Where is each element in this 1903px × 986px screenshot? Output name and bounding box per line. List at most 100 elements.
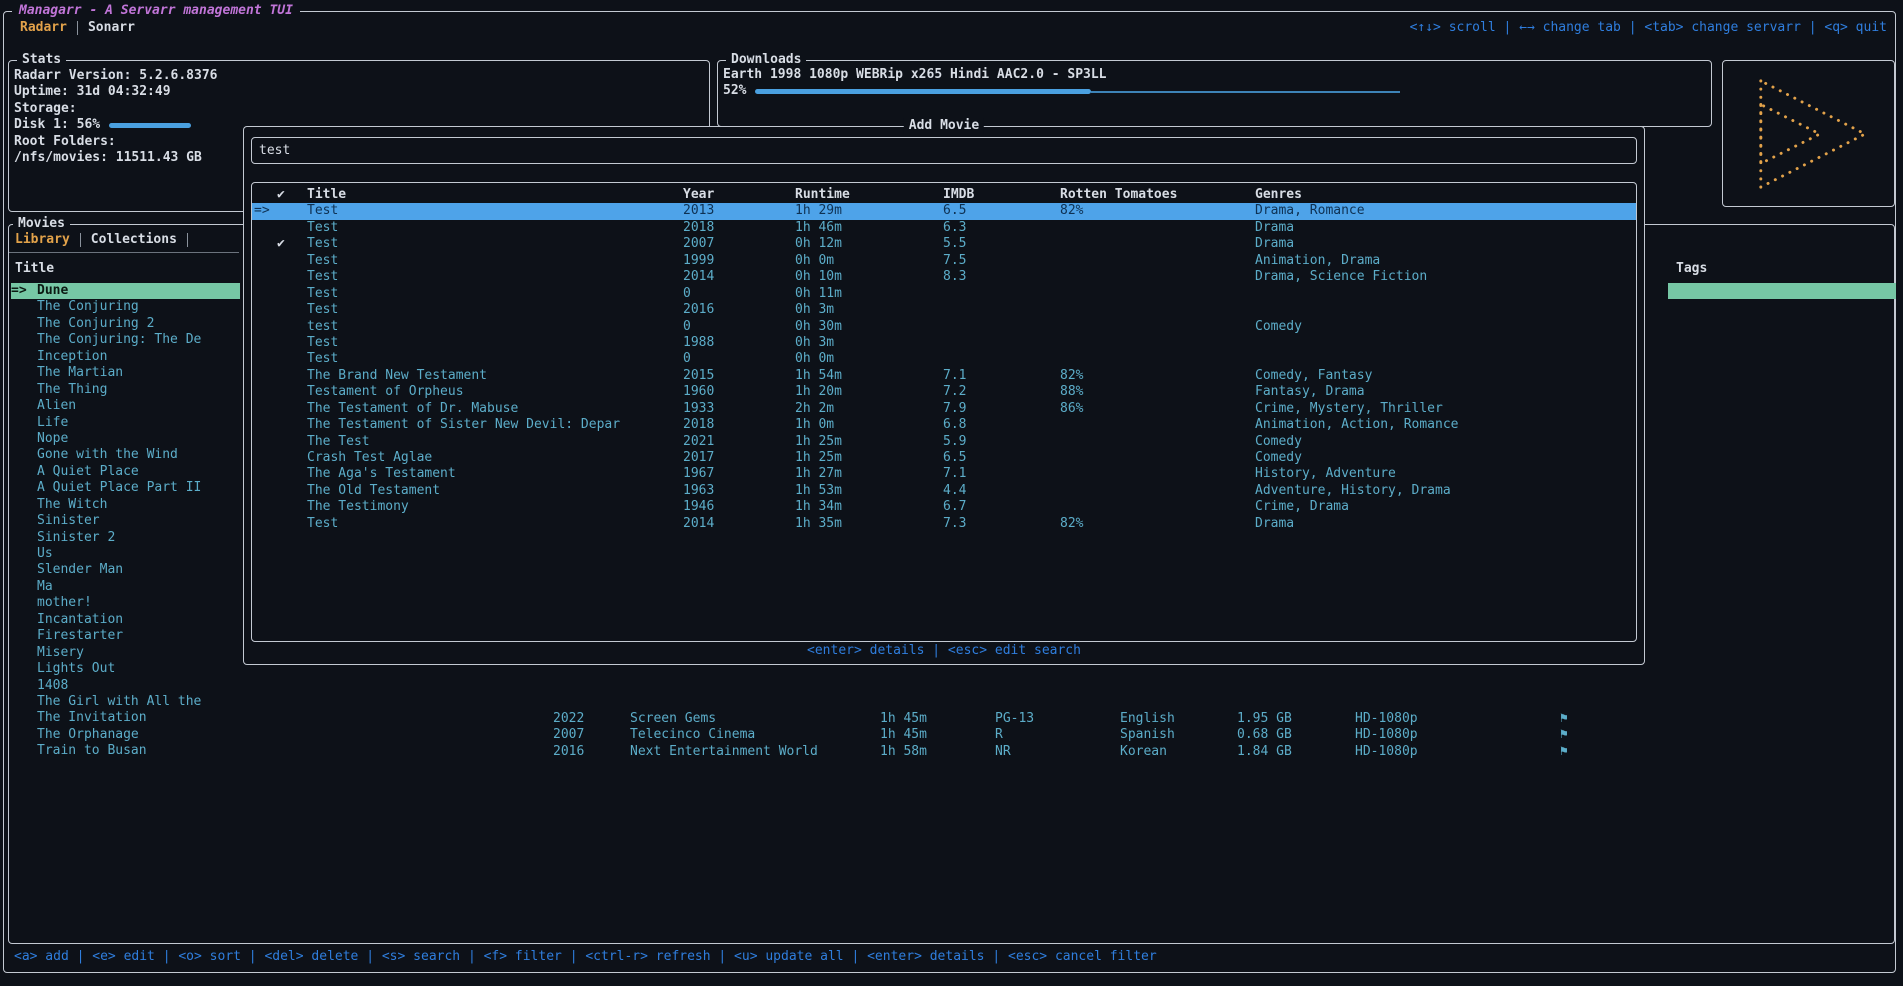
movie-list-item[interactable]: Ma <box>11 579 240 595</box>
movie-list-item[interactable]: Gone with the Wind <box>11 447 240 463</box>
cell-genres: Crime, Mystery, Thriller <box>1255 401 1636 417</box>
result-row[interactable]: Test 2016 0h 3m <box>252 302 1636 318</box>
cell-year: 1960 <box>683 384 795 400</box>
result-row[interactable]: The Testament of Dr. Mabuse 1933 2h 2m 7… <box>252 401 1636 417</box>
movie-list-item[interactable]: A Quiet Place Part II <box>11 480 240 496</box>
result-row[interactable]: Testament of Orpheus 1960 1h 20m 7.2 88%… <box>252 384 1636 400</box>
result-row[interactable]: test 0 0h 30m Comedy <box>252 319 1636 335</box>
tab-collections[interactable]: Collections <box>91 232 177 248</box>
movie-list-item[interactable]: Nope <box>11 431 240 447</box>
cell-rotten-tomatoes: 82% <box>1060 516 1255 532</box>
cell-imdb: 5.5 <box>943 236 1060 252</box>
movie-list-item[interactable]: A Quiet Place <box>11 464 240 480</box>
result-row[interactable]: Test 0 0h 0m <box>252 351 1636 367</box>
result-row[interactable]: Test 1988 0h 3m <box>252 335 1636 351</box>
tab-sonarr[interactable]: Sonarr <box>88 20 135 36</box>
cell-language: English <box>1120 711 1237 727</box>
cell-runtime: 2h 2m <box>795 401 943 417</box>
tab-underline <box>9 252 239 253</box>
library-row[interactable]: 2016 Next Entertainment World 1h 58m NR … <box>553 744 1590 760</box>
tab-radarr[interactable]: Radarr <box>20 20 67 36</box>
movie-title: A Quiet Place Part II <box>37 480 201 496</box>
movie-list-item[interactable]: Alien <box>11 398 240 414</box>
movie-list-item[interactable]: 1408 <box>11 678 240 694</box>
result-row[interactable]: The Test 2021 1h 25m 5.9 Comedy <box>252 434 1636 450</box>
logo-panel <box>1722 60 1895 207</box>
cell-title: Test <box>307 269 683 285</box>
radarr-version: Radarr Version: 5.2.6.8376 <box>14 68 709 84</box>
movie-list-item[interactable]: The Martian <box>11 365 240 381</box>
cell-year: 1933 <box>683 401 795 417</box>
movie-list-item[interactable]: The Conjuring 2 <box>11 316 240 332</box>
movie-list-item[interactable]: Sinister <box>11 513 240 529</box>
cell-year: 0 <box>683 351 795 367</box>
movie-list-item[interactable]: mother! <box>11 595 240 611</box>
result-row[interactable]: The Brand New Testament 2015 1h 54m 7.1 … <box>252 368 1636 384</box>
movie-list-item[interactable]: The Witch <box>11 497 240 513</box>
movie-title: The Orphanage <box>37 727 139 743</box>
add-movie-search-input[interactable] <box>251 137 1637 164</box>
movie-list-item[interactable]: The Orphanage <box>11 727 240 743</box>
movie-list-item[interactable]: Slender Man <box>11 562 240 578</box>
cell-certification: PG-13 <box>995 711 1120 727</box>
movie-title: mother! <box>37 595 92 611</box>
movie-list-item[interactable]: Lights Out <box>11 661 240 677</box>
movie-list-item[interactable]: The Conjuring: The De <box>11 332 240 348</box>
result-row[interactable]: Test 0 0h 11m <box>252 286 1636 302</box>
movie-title: The Invitation <box>37 710 147 726</box>
library-row[interactable]: 2007 Telecinco Cinema 1h 45m R Spanish 0… <box>553 727 1590 743</box>
cell-genres: Drama <box>1255 516 1636 532</box>
tab-divider <box>80 233 81 247</box>
movie-title: The Martian <box>37 365 123 381</box>
result-row[interactable]: Test 2018 1h 46m 6.3 Drama <box>252 220 1636 236</box>
cell-title: The Test <box>307 434 683 450</box>
result-row[interactable]: The Testament of Sister New Devil: Depar… <box>252 417 1636 433</box>
movie-list-item[interactable]: Life <box>11 415 240 431</box>
result-row[interactable]: ✔ Test 2007 0h 12m 5.5 Drama <box>252 236 1636 252</box>
tab-library[interactable]: Library <box>15 232 70 248</box>
movie-list-item[interactable]: The Invitation <box>11 710 240 726</box>
result-row[interactable]: Test 2014 0h 10m 8.3 Drama, Science Fict… <box>252 269 1636 285</box>
movie-list-item[interactable]: Misery <box>11 645 240 661</box>
cell-runtime: 1h 0m <box>795 417 943 433</box>
results-header-row: ✔ Title Year Runtime IMDB Rotten Tomatoe… <box>252 187 1636 203</box>
cell-imdb: 7.1 <box>943 368 1060 384</box>
movie-title: Sinister <box>37 513 100 529</box>
cell-imdb: 6.8 <box>943 417 1060 433</box>
result-row[interactable]: => Test 2013 1h 29m 6.5 82% Drama, Roman… <box>252 203 1636 219</box>
tab-divider <box>187 233 188 247</box>
result-row[interactable]: Test 1999 0h 0m 7.5 Animation, Drama <box>252 253 1636 269</box>
movie-list-item[interactable]: Incantation <box>11 612 240 628</box>
library-row[interactable]: 2022 Screen Gems 1h 45m PG-13 English 1.… <box>553 711 1590 727</box>
movie-list-item[interactable]: The Conjuring <box>11 299 240 315</box>
cell-title: Test <box>307 236 683 252</box>
movie-list-item[interactable]: The Girl with All the <box>11 694 240 710</box>
cell-title: The Testament of Sister New Devil: Depar <box>307 417 683 433</box>
add-movie-title: Add Movie <box>904 118 984 134</box>
result-row[interactable]: The Testimony 1946 1h 34m 6.7 Crime, Dra… <box>252 499 1636 515</box>
movie-list-item[interactable]: Train to Busan <box>11 743 240 759</box>
cell-year: 2013 <box>683 203 795 219</box>
cell-imdb: 5.9 <box>943 434 1060 450</box>
result-row[interactable]: The Aga's Testament 1967 1h 27m 7.1 Hist… <box>252 466 1636 482</box>
cell-runtime: 1h 20m <box>795 384 943 400</box>
cell-imdb: 7.9 <box>943 401 1060 417</box>
result-row[interactable]: The Old Testament 1963 1h 53m 4.4 Advent… <box>252 483 1636 499</box>
movie-list-item[interactable]: Sinister 2 <box>11 530 240 546</box>
movie-title: The Girl with All the <box>37 694 201 710</box>
cell-runtime: 0h 3m <box>795 302 943 318</box>
library-tab-bar: Library Collections <box>15 232 188 248</box>
result-row[interactable]: Crash Test Aglae 2017 1h 25m 6.5 Comedy <box>252 450 1636 466</box>
movie-list-item[interactable]: The Thing <box>11 382 240 398</box>
movie-list-item[interactable]: Us <box>11 546 240 562</box>
cell-runtime: 1h 45m <box>880 711 995 727</box>
downloads-panel: Downloads Earth 1998 1080p WEBRip x265 H… <box>717 60 1712 127</box>
cell-runtime: 1h 45m <box>880 727 995 743</box>
cell-title: Test <box>307 351 683 367</box>
tags-cell-selected[interactable] <box>1668 283 1896 299</box>
movie-list-item[interactable]: => Dune <box>11 283 240 299</box>
movie-list-item[interactable]: Inception <box>11 349 240 365</box>
cell-year: 2021 <box>683 434 795 450</box>
movie-list-item[interactable]: Firestarter <box>11 628 240 644</box>
result-row[interactable]: Test 2014 1h 35m 7.3 82% Drama <box>252 516 1636 532</box>
